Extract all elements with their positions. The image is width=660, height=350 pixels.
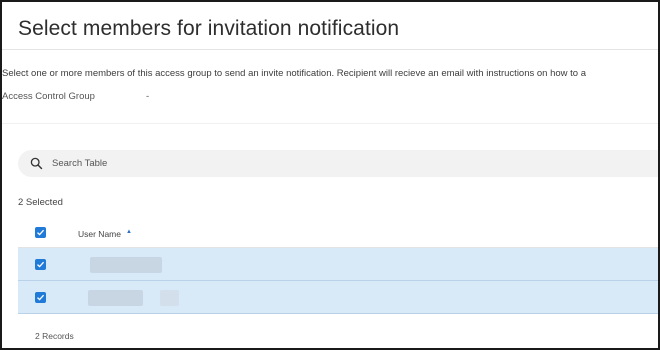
sort-ascending-icon[interactable]: ▲ [126,229,132,235]
row-checkbox[interactable] [35,259,46,270]
search-icon [30,157,43,170]
section-divider [2,123,658,124]
table-header: User Name ▲ [18,220,658,248]
redacted-user-name [88,290,143,306]
access-group-label: Access Control Group [2,91,95,102]
select-all-checkbox[interactable] [35,227,46,238]
redacted-user-name [160,290,179,306]
members-table: User Name ▲ [18,220,658,314]
table-row[interactable] [18,281,658,314]
row-checkbox[interactable] [35,292,46,303]
dialog-title: Select members for invitation notificati… [18,17,400,40]
dialog: Select members for invitation notificati… [0,0,660,350]
search-bar[interactable] [18,150,658,177]
table-row[interactable] [18,248,658,281]
column-header-user-name[interactable]: User Name [78,229,121,239]
search-input[interactable] [52,150,632,177]
selected-count: 2 Selected [18,197,63,208]
dialog-description: Select one or more members of this acces… [2,68,587,79]
records-count: 2 Records [35,331,74,341]
dialog-header: Select members for invitation notificati… [2,2,658,50]
access-group-value: - [146,91,150,102]
redacted-user-name [90,257,162,273]
